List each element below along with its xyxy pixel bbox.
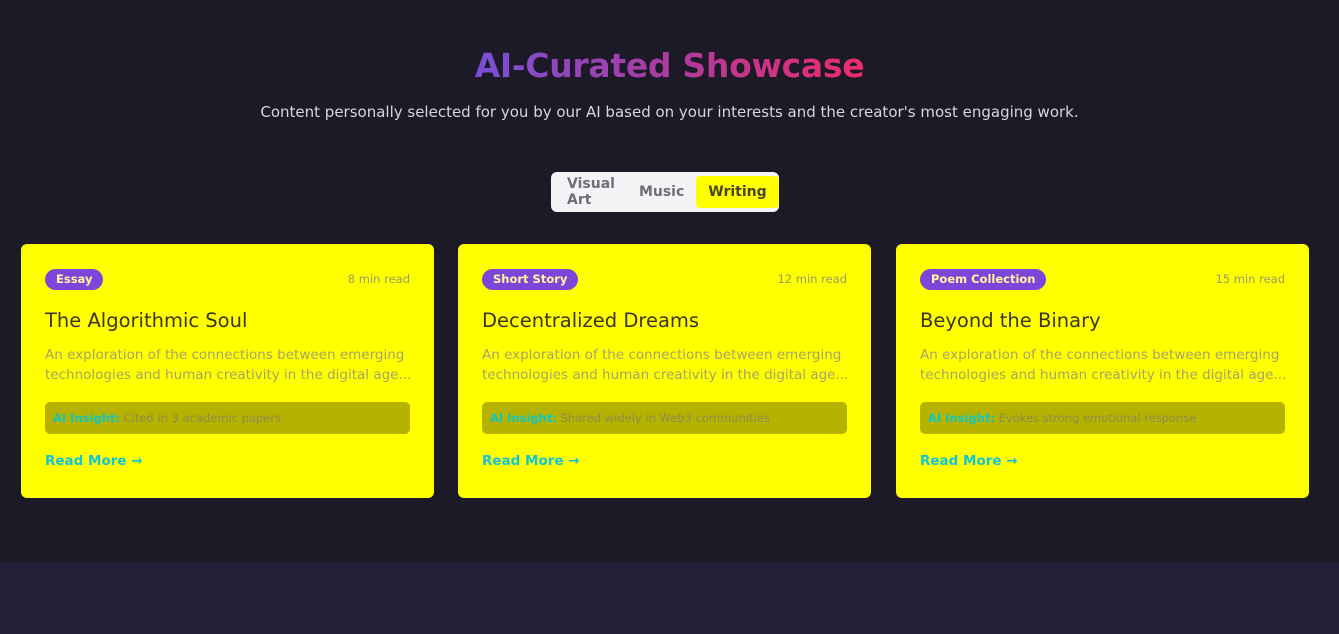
card-description: An exploration of the connections betwee… [920,347,1287,383]
ai-insight-text: Evokes strong emotional response [998,411,1197,425]
content-card: Essay 8 min read The Algorithmic Soul An… [21,244,434,498]
read-time: 15 min read [1215,272,1285,286]
category-badge: Short Story [482,269,579,290]
ai-insight-label: AI Insight: [53,411,120,425]
category-badge: Poem Collection [920,269,1047,290]
read-more-link[interactable]: Read More → [920,453,1018,469]
ai-insight-label: AI Insight: [928,411,995,425]
footer-band [0,562,1339,634]
content-card: Poem Collection 15 min read Beyond the B… [896,244,1309,498]
read-time: 12 min read [777,272,847,286]
showcase-section: AI-Curated Showcase Content personally s… [0,0,1339,562]
ai-insight-text: Cited in 3 academic papers [123,411,282,425]
card-title: Beyond the Binary [920,309,1101,332]
page: AI-Curated Showcase Content personally s… [0,0,1339,634]
page-subtitle: Content personally selected for you by o… [260,103,1079,121]
tab-visual-art[interactable]: Visual Art [555,176,627,208]
ai-insight-box: AI Insight: Shared widely in Web3 commun… [482,402,847,434]
read-more-link[interactable]: Read More → [482,453,580,469]
ai-insight-text: Shared widely in Web3 communities [560,411,770,425]
card-description: An exploration of the connections betwee… [482,347,849,383]
card-description: An exploration of the connections betwee… [45,347,412,383]
card-title: Decentralized Dreams [482,309,700,332]
card-grid: Essay 8 min read The Algorithmic Soul An… [21,244,1309,498]
category-badge: Essay [45,269,104,290]
ai-insight-box: AI Insight: Cited in 3 academic papers [45,402,410,434]
page-title: AI-Curated Showcase [475,44,865,88]
category-tabs: Visual Art Music Writing [551,172,779,212]
ai-insight-label: AI Insight: [490,411,557,425]
card-title: The Algorithmic Soul [45,309,248,332]
read-time: 8 min read [347,272,410,286]
tab-writing[interactable]: Writing [696,176,779,208]
ai-insight-box: AI Insight: Evokes strong emotional resp… [920,402,1285,434]
page-title-container: AI-Curated Showcase [0,44,1339,88]
read-more-link[interactable]: Read More → [45,453,143,469]
content-card: Short Story 12 min read Decentralized Dr… [458,244,871,498]
tab-music[interactable]: Music [627,176,696,208]
